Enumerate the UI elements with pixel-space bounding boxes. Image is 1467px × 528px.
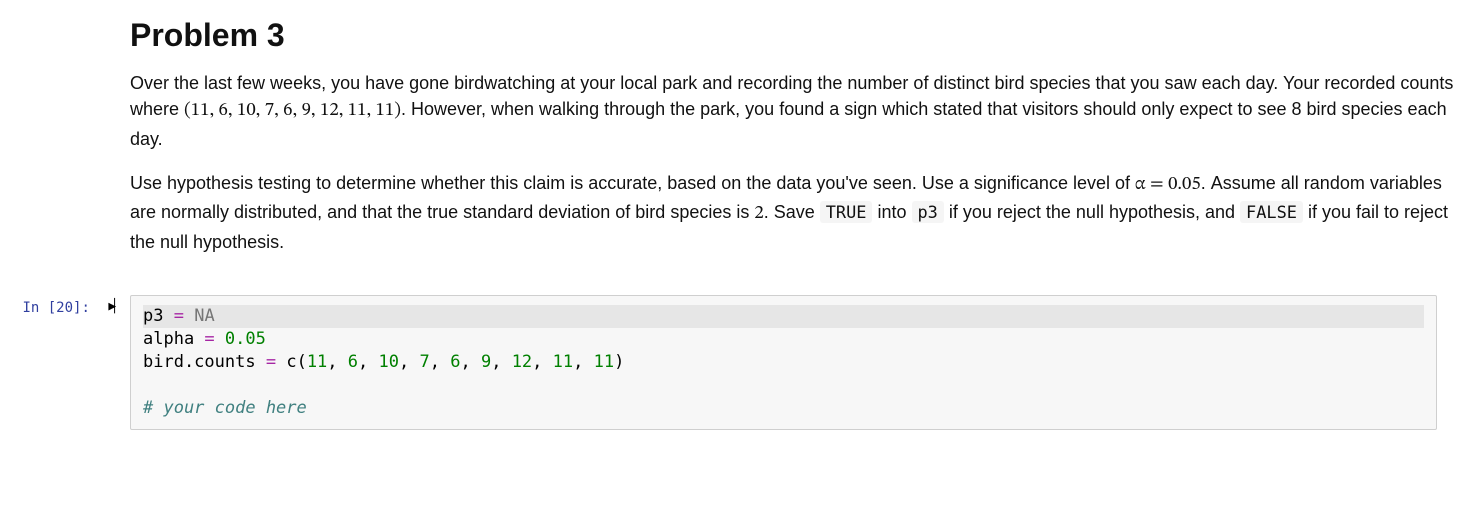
code-line-3: bird.counts = c(11, 6, 10, 7, 6, 9, 12, … bbox=[143, 352, 624, 372]
false-literal: FALSE bbox=[1240, 201, 1303, 223]
paragraph-1: Over the last few weeks, you have gone b… bbox=[130, 70, 1467, 152]
code-line-2: alpha = 0.05 bbox=[143, 329, 266, 349]
markdown-content: Problem 3 Over the last few weeks, you h… bbox=[130, 4, 1467, 285]
code-line-5: # your code here bbox=[143, 398, 307, 418]
markdown-prompt bbox=[0, 4, 130, 285]
alpha-expr: α = 0.05 bbox=[1135, 176, 1201, 194]
paragraph-2: Use hypothesis testing to determine whet… bbox=[130, 170, 1467, 255]
code-prompt-area: In [20]: bbox=[0, 293, 130, 430]
p3-var: p3 bbox=[912, 201, 944, 223]
input-prompt: In [20]: bbox=[22, 299, 89, 317]
code-editor[interactable]: p3 = NA alpha = 0.05 bird.counts = c(11,… bbox=[130, 295, 1437, 430]
code-content: p3 = NA alpha = 0.05 bird.counts = c(11,… bbox=[130, 293, 1467, 430]
true-literal: TRUE bbox=[820, 201, 873, 223]
run-cell-icon[interactable] bbox=[108, 299, 120, 316]
code-cell: In [20]: p3 = NA alpha = 0.05 bird.count… bbox=[0, 289, 1467, 434]
counts-tuple: (11, 6, 10, 7, 6, 9, 12, 11, 11) bbox=[184, 102, 401, 120]
markdown-cell: Problem 3 Over the last few weeks, you h… bbox=[0, 0, 1467, 289]
code-line-1: p3 = NA bbox=[143, 305, 1424, 328]
problem-heading: Problem 3 bbox=[130, 16, 1467, 54]
sd-value: 2 bbox=[754, 205, 763, 223]
